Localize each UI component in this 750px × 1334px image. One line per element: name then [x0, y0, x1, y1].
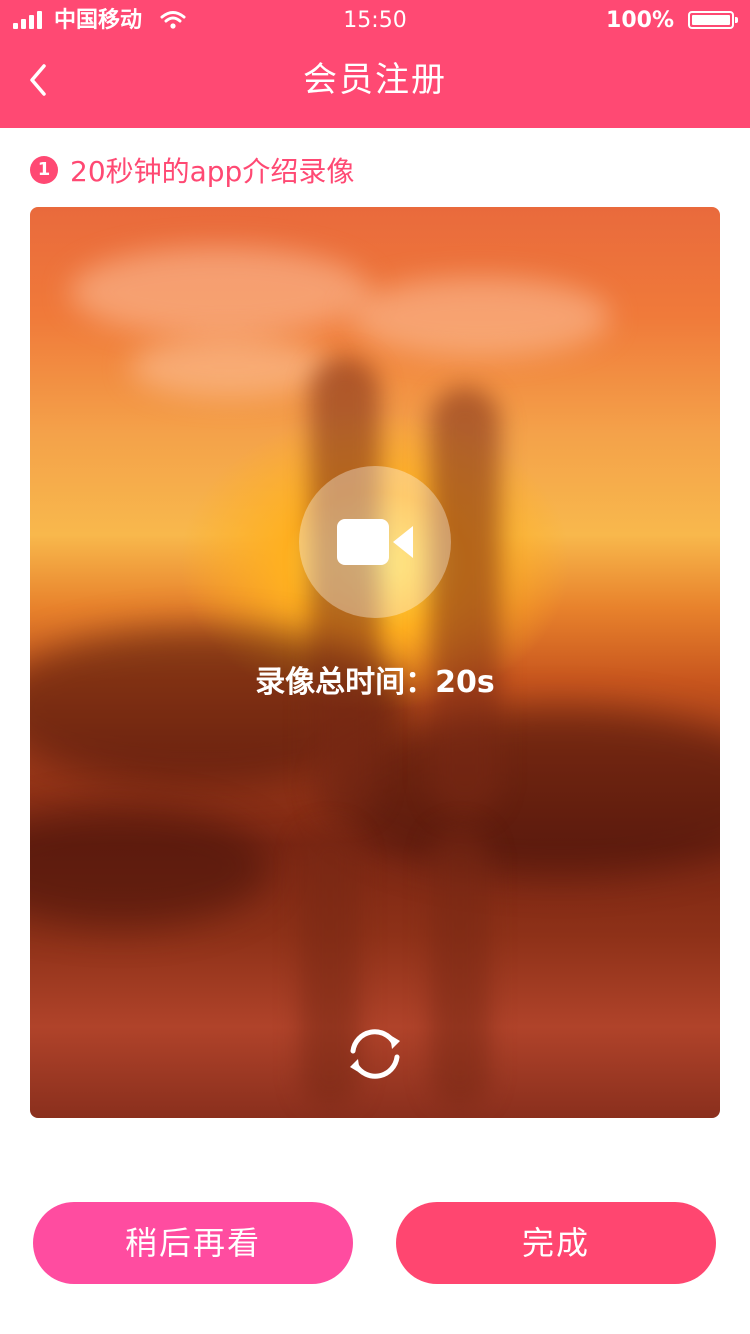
section-label-text: 20秒钟的app介绍录像: [70, 155, 355, 188]
battery-icon: [688, 11, 738, 29]
recording-duration: 录像总时间：20s: [255, 665, 495, 700]
page-title: 会员注册: [303, 60, 447, 100]
battery-fill: [692, 15, 730, 25]
step-number-badge: 1: [30, 156, 58, 184]
status-bar: 中国移动 15:50 100%: [0, 0, 750, 40]
app-header: 中国移动 15:50 100% 会员注册: [0, 0, 750, 128]
record-button[interactable]: [299, 466, 451, 618]
video-preview[interactable]: 录像总时间：20s: [30, 207, 720, 1118]
section-heading: 1 20秒钟的app介绍录像: [30, 150, 354, 190]
watch-later-button[interactable]: 稍后再看: [33, 1202, 353, 1284]
done-button[interactable]: 完成: [396, 1202, 716, 1284]
battery-percent: 100%: [606, 8, 674, 33]
video-camera-icon: [337, 519, 413, 565]
refresh-icon[interactable]: [342, 1021, 408, 1087]
